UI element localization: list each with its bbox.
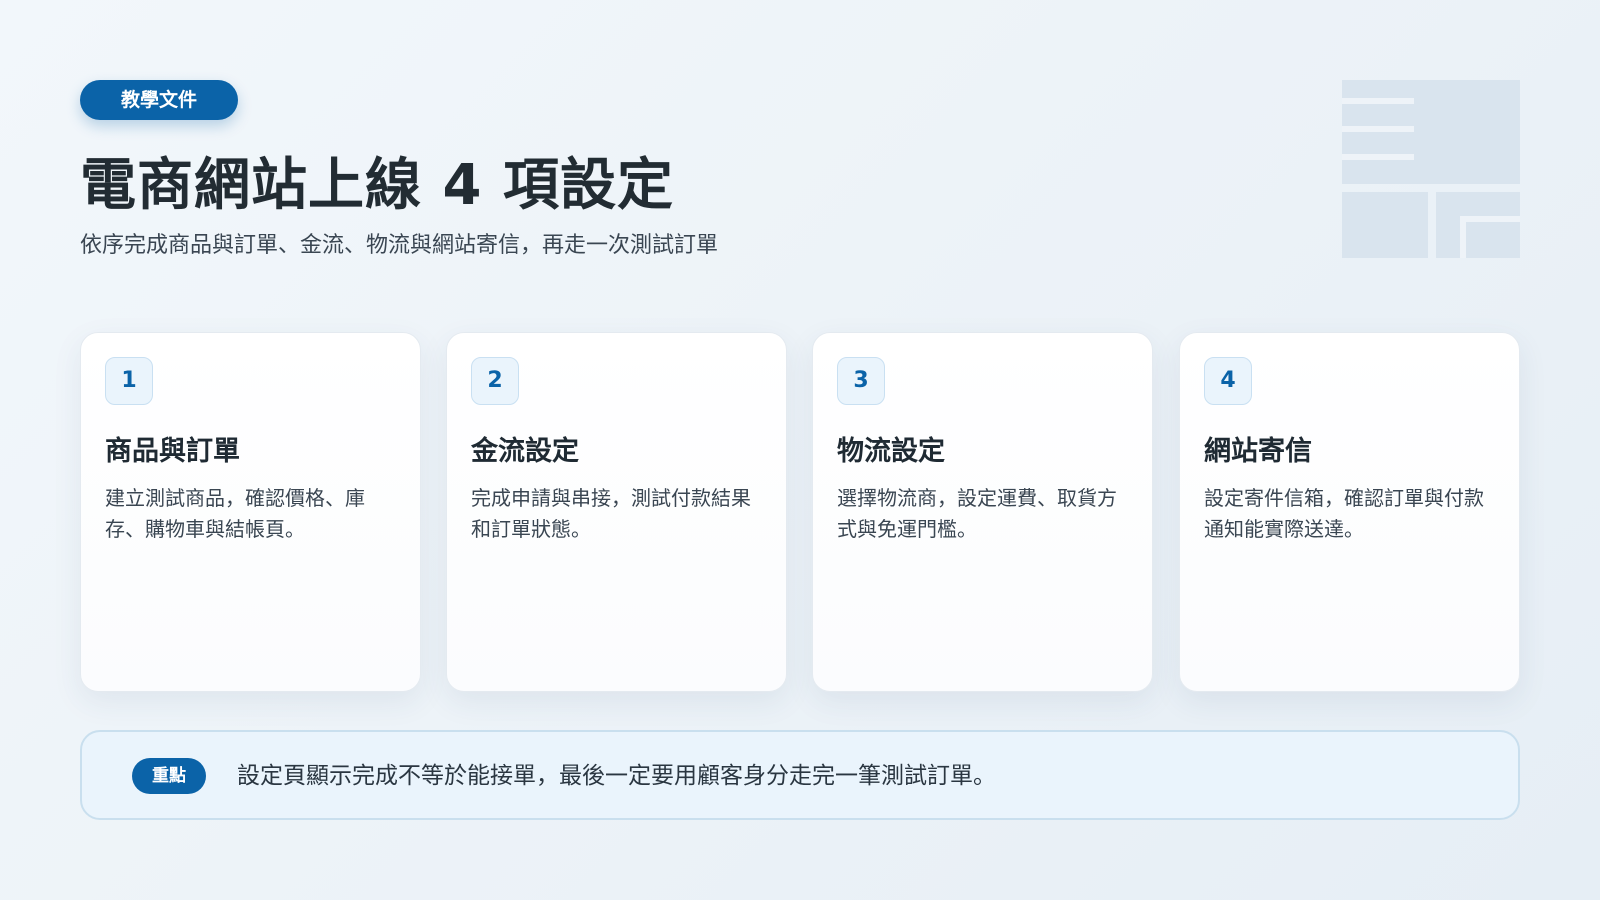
key-point-text: 設定頁顯示完成不等於能接單，最後一定要用顧客身分走完一筆測試訂單。 bbox=[237, 763, 996, 789]
step-number: 3 bbox=[837, 357, 885, 405]
steps-grid: 1 商品與訂單 建立測試商品，確認價格、庫存、購物車與結帳頁。 2 金流設定 完… bbox=[80, 332, 1520, 692]
step-description: 設定寄件信箱，確認訂單與付款通知能實際送達。 bbox=[1204, 486, 1484, 541]
doc-type-badge: 教學文件 bbox=[80, 80, 238, 120]
step-title: 網站寄信 bbox=[1204, 436, 1312, 467]
decorative-layout-icon bbox=[1342, 80, 1520, 258]
step-title: 物流設定 bbox=[837, 436, 945, 467]
page-title: 電商網站上線 4 項設定 bbox=[80, 153, 674, 218]
step-title: 金流設定 bbox=[471, 436, 579, 467]
step-number: 4 bbox=[1204, 357, 1252, 405]
slide: 教學文件 電商網站上線 4 項設定 依序完成商品與訂單、金流、物流與網站寄信，再… bbox=[0, 0, 1600, 900]
key-point-tag: 重點 bbox=[132, 758, 206, 794]
step-description: 建立測試商品，確認價格、庫存、購物車與結帳頁。 bbox=[105, 486, 365, 541]
step-card-4: 4 網站寄信 設定寄件信箱，確認訂單與付款通知能實際送達。 bbox=[1179, 332, 1520, 692]
step-number: 2 bbox=[471, 357, 519, 405]
step-title: 商品與訂單 bbox=[105, 436, 240, 467]
step-number: 1 bbox=[105, 357, 153, 405]
step-card-1: 1 商品與訂單 建立測試商品，確認價格、庫存、購物車與結帳頁。 bbox=[80, 332, 421, 692]
step-card-3: 3 物流設定 選擇物流商，設定運費、取貨方式與免運門檻。 bbox=[812, 332, 1153, 692]
key-point-note: 重點 設定頁顯示完成不等於能接單，最後一定要用顧客身分走完一筆測試訂單。 bbox=[80, 730, 1520, 820]
step-card-2: 2 金流設定 完成申請與串接，測試付款結果和訂單狀態。 bbox=[446, 332, 787, 692]
step-description: 選擇物流商，設定運費、取貨方式與免運門檻。 bbox=[837, 486, 1117, 541]
page-subtitle: 依序完成商品與訂單、金流、物流與網站寄信，再走一次測試訂單 bbox=[80, 233, 719, 258]
step-description: 完成申請與串接，測試付款結果和訂單狀態。 bbox=[471, 486, 751, 541]
